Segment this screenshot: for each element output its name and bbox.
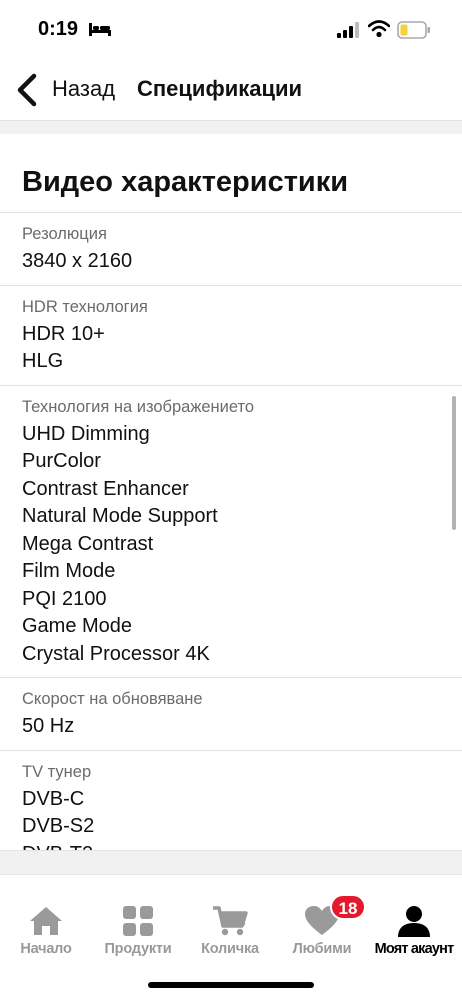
favorites-badge: 18 [330,894,366,920]
tab-label: Количка [201,941,259,957]
nav-bar: Назад Спецификации [0,60,462,120]
bed-icon [89,23,111,36]
spec-value: 3840 x 2160 [22,250,133,272]
section-divider [0,120,462,134]
tab-home[interactable]: Начало [0,905,92,957]
spec-label: TV тунер [22,762,92,781]
page-title: Спецификации [137,76,303,101]
spec-group: Скорост на обновяване 50 Hz [0,677,462,750]
spec-group: HDR технология HDR 10+ HLG [0,284,462,385]
tab-cart[interactable]: Количка [184,905,276,957]
wifi-icon [368,20,390,38]
back-chevron-icon[interactable] [14,70,42,110]
home-icon [30,907,62,935]
spec-value: Contrast Enhancer [22,477,189,500]
spec-value: DVB-S2 [22,815,95,837]
tab-label: Продукти [104,941,172,957]
cart-icon [213,906,248,936]
signal-icon [337,22,359,38]
tab-label: Начало [20,941,72,957]
spec-value: Game Mode [22,615,133,637]
spec-group: Резолюция 3840 x 2160 [0,212,462,285]
spec-value: DVB-C [22,787,85,810]
spec-label: Технология на изображението [22,397,255,416]
spec-value: HLG [22,350,64,372]
spec-value: HDR 10+ [22,322,105,345]
spec-value: PurColor [22,450,101,472]
user-icon [398,906,430,937]
spec-value: PQI 2100 [22,587,107,610]
battery-icon [397,21,430,39]
spec-label: HDR технология [22,297,148,316]
tab-label: Любими [292,941,352,957]
spec-group: Технология на изображението UHD Dimming … [0,384,462,678]
spec-label: Резолюция [22,225,107,243]
spec-list: Резолюция 3840 x 2160 HDR технология HDR… [0,212,462,877]
spec-value: UHD Dimming [22,422,150,445]
grid-icon [123,906,153,936]
tab-account[interactable]: Моят акаунт [368,905,460,957]
spec-value: Film Mode [22,560,116,582]
spec-value: Crystal Processor 4K [22,642,210,665]
scrollbar[interactable] [452,396,456,530]
spec-value: Mega Contrast [22,532,154,555]
back-button[interactable]: Назад [52,76,115,102]
spec-section: Видео характеристики Резолюция 3840 x 21… [0,134,462,865]
home-indicator[interactable] [148,982,314,988]
status-time: 0:19 [38,18,79,40]
tab-products[interactable]: Продукти [92,905,184,957]
spec-label: Скорост на обновяване [22,690,203,708]
bottom-divider [0,850,462,874]
spec-value: Natural Mode Support [22,505,218,527]
tab-bar: Начало Продукти Количка Любими Моят акау… [0,874,462,1000]
status-bar: 0:19 [0,0,462,60]
tab-label: Моят акаунт [374,941,455,957]
spec-value: 50 Hz [22,715,75,737]
section-title: Видео характеристики [22,166,349,198]
